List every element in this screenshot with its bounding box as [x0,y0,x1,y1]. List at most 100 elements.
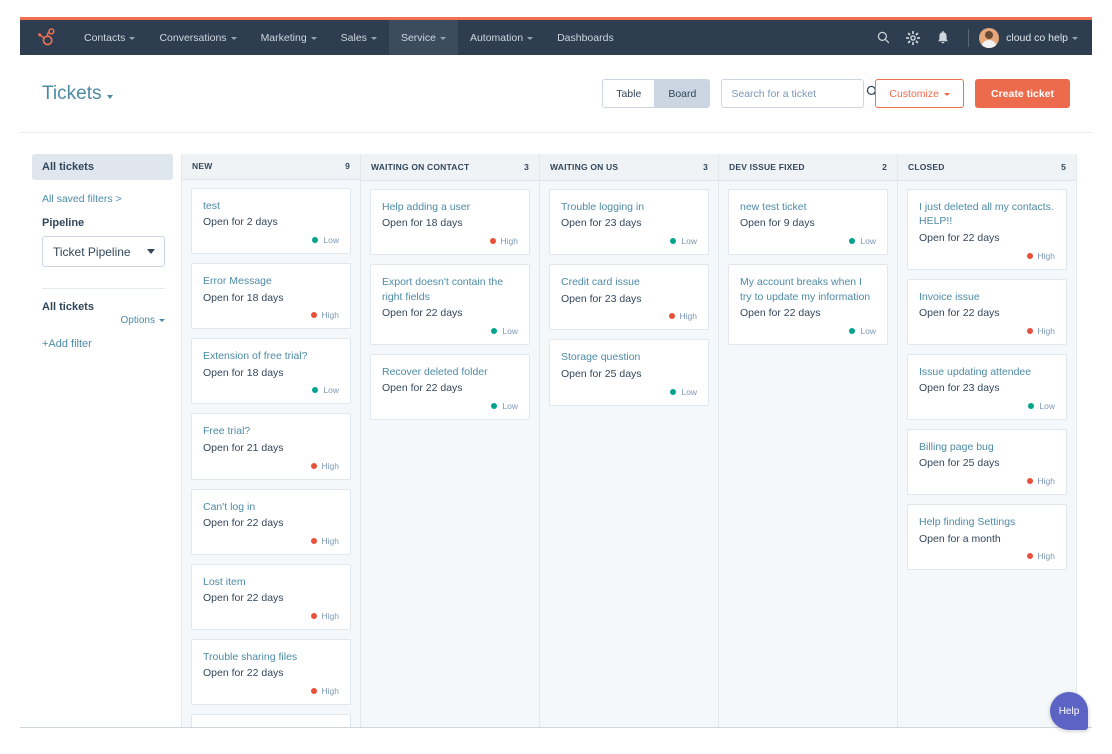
ticket-title[interactable]: Extension of free trial? [203,349,339,363]
ticket-card[interactable]: Credit card issue Open for 23 days High [549,264,709,331]
priority-label: High [321,310,339,321]
tab-board-view[interactable]: Board [654,80,710,107]
ticket-title[interactable]: Can't log in [203,500,339,514]
search-icon[interactable] [868,20,898,55]
column-name: WAITING ON CONTACT [371,162,470,172]
ticket-priority: Low [740,326,876,336]
priority-dot-icon [1028,403,1035,409]
ticket-title[interactable]: Issue updating attendee [919,365,1055,379]
ticket-card[interactable]: Billing page bug Open for 25 days High [907,429,1067,496]
ticket-card[interactable]: Extension of free trial? Open for 18 day… [191,338,351,405]
app-page: Contacts Conversations Marketing Sales S… [0,0,1112,754]
ticket-card[interactable]: new test ticket Open for 9 days Low [728,189,888,256]
account-menu[interactable]: cloud co help [979,27,1078,48]
hubspot-sprocket-icon[interactable] [20,28,72,47]
main-content: All tickets All saved filters > Pipeline… [20,133,1092,728]
ticket-title[interactable]: Help finding Settings [919,515,1055,529]
ticket-title[interactable]: Export doesn't contain the right fields [382,275,518,304]
column-cards: I just deleted all my contacts. HELP!! O… [898,181,1076,727]
ticket-title[interactable]: Free trial? [203,424,339,438]
ticket-card[interactable]: Can't log in Open for 22 days High [191,488,351,555]
header-toolbar: Table Board Customize Create ticket [602,79,1070,108]
bell-icon[interactable] [928,20,958,55]
ticket-card[interactable]: Help adding a user Open for 18 days High [370,189,530,256]
ticket-card[interactable]: I just deleted all my contacts. HELP!! O… [907,189,1067,270]
ticket-card[interactable]: test Open for 2 days Low [191,187,351,255]
ticket-title[interactable]: Error Message [203,274,339,288]
pipeline-select[interactable]: Ticket Pipeline [42,236,165,267]
ticket-title[interactable]: My account breaks when I try to update m… [740,275,876,304]
nav-item-dashboards[interactable]: Dashboards [545,20,626,55]
board-column-waiting-on-contact: WAITING ON CONTACT 3 Help adding a user … [360,154,540,727]
ticket-card[interactable]: Lost item Open for 22 days High [191,563,351,630]
ticket-card[interactable]: Invoice issue Open for 22 days High [907,278,1067,345]
nav-item-sales[interactable]: Sales [329,20,389,55]
nav-item-label: Sales [340,31,367,44]
help-button[interactable]: Help [1050,692,1088,730]
create-ticket-button[interactable]: Create ticket [974,79,1070,108]
chevron-down-icon [107,94,114,99]
all-saved-filters-link[interactable]: All saved filters > [42,193,165,205]
nav-item-service[interactable]: Service [388,20,458,55]
nav-item-conversations[interactable]: Conversations [147,20,248,55]
ticket-card-partial[interactable] [191,714,351,727]
ticket-card[interactable]: Issue updating attendee Open for 23 days… [907,353,1067,420]
customize-label: Customize [889,87,939,100]
ticket-card[interactable]: Trouble logging in Open for 23 days Low [549,189,709,256]
pipeline-select-value: Ticket Pipeline [53,244,131,259]
ticket-title[interactable]: I just deleted all my contacts. HELP!! [919,200,1055,229]
ticket-title[interactable]: Trouble sharing files [203,650,339,664]
priority-dot-icon [310,462,317,469]
priority-dot-icon [310,612,317,619]
ticket-title[interactable]: Trouble logging in [561,200,697,214]
search-input[interactable] [731,87,867,100]
ticket-title[interactable]: Recover deleted folder [382,365,518,379]
nav-item-marketing[interactable]: Marketing [249,20,329,55]
sidebar-item-all-tickets[interactable]: All tickets [32,154,173,180]
column-count: 3 [703,162,708,172]
ticket-card[interactable]: Trouble sharing files Open for 22 days H… [191,638,351,706]
ticket-age: Open for a month [919,532,1001,545]
ticket-card[interactable]: My account breaks when I try to update m… [728,264,888,345]
ticket-age: Open for 22 days [382,307,463,320]
ticket-age: Open for 18 days [203,291,284,304]
ticket-title[interactable]: test [203,199,339,213]
ticket-priority: High [203,536,339,546]
ticket-title[interactable]: Billing page bug [919,440,1055,454]
options-menu[interactable]: Options [42,315,165,326]
priority-label: High [321,460,339,471]
add-filter-button[interactable]: +Add filter [42,338,165,350]
account-name: cloud co help [1006,31,1068,44]
ticket-priority: High [382,236,518,246]
ticket-title[interactable]: new test ticket [740,200,876,214]
ticket-title[interactable]: Lost item [203,575,339,589]
column-header: CLOSED 5 [898,154,1076,181]
page-title[interactable]: Tickets [42,83,114,105]
ticket-title[interactable]: Help adding a user [382,200,518,214]
priority-dot-icon [670,388,677,395]
ticket-card[interactable]: Help finding Settings Open for a month H… [907,504,1067,571]
chevron-down-icon [147,249,155,254]
ticket-priority: High [203,310,339,320]
ticket-card[interactable]: Recover deleted folder Open for 22 days … [370,353,530,420]
ticket-title[interactable]: Credit card issue [561,275,697,289]
ticket-card[interactable]: Error Message Open for 18 days High [191,263,351,330]
priority-label: Low [681,386,697,397]
board-column-waiting-on-us: WAITING ON US 3 Trouble logging in Open … [539,154,719,727]
ticket-age: Open for 23 days [561,292,642,305]
ticket-age: Open for 23 days [919,382,1000,395]
ticket-card[interactable]: Export doesn't contain the right fields … [370,264,530,345]
priority-label: High [1037,325,1055,336]
priority-label: Low [681,236,697,247]
nav-item-automation[interactable]: Automation [458,20,545,55]
tab-table-view[interactable]: Table [603,80,655,107]
ticket-card[interactable]: Storage question Open for 25 days Low [549,339,709,406]
priority-dot-icon [491,327,498,334]
ticket-title[interactable]: Storage question [561,350,697,364]
ticket-card[interactable]: Free trial? Open for 21 days High [191,413,351,480]
ticket-title[interactable]: Invoice issue [919,290,1055,304]
customize-button[interactable]: Customize [875,79,964,108]
board-column-dev-issue-fixed: DEV ISSUE FIXED 2 new test ticket Open f… [718,154,898,727]
nav-item-contacts[interactable]: Contacts [72,20,147,55]
gear-icon[interactable] [898,20,928,55]
